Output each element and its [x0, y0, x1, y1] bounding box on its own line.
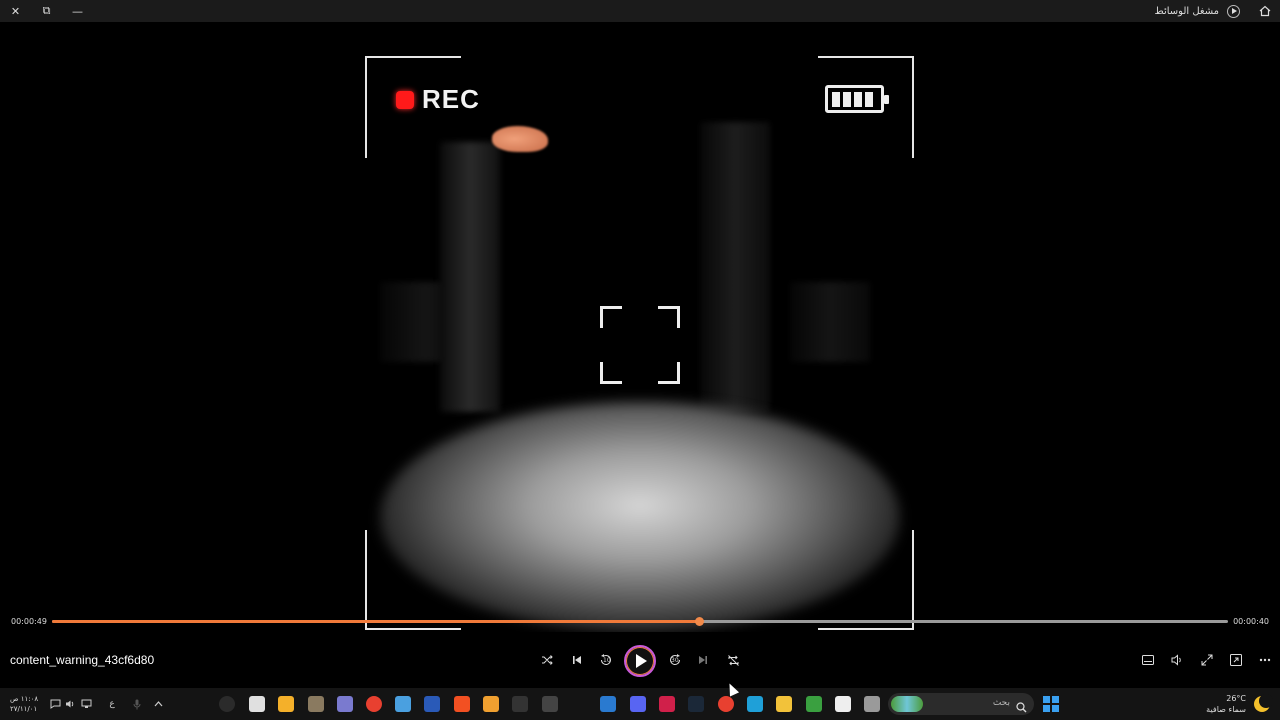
- battery-cell: [865, 91, 873, 107]
- more-options-icon[interactable]: [1254, 650, 1276, 670]
- adobe-icon[interactable]: [659, 696, 675, 712]
- play-button[interactable]: [624, 645, 656, 677]
- file-explorer-icon[interactable]: [776, 696, 792, 712]
- scene-orange-object: [492, 126, 548, 152]
- focus-reticle-icon: [600, 306, 680, 384]
- seek-bar[interactable]: 00:00:49 00:00:40: [0, 612, 1280, 632]
- close-button[interactable]: ✕: [0, 0, 31, 22]
- minimize-button[interactable]: —: [62, 0, 93, 22]
- chrome-icon[interactable]: [718, 696, 734, 712]
- settings-icon[interactable]: [249, 696, 265, 712]
- repeat-off-icon[interactable]: [722, 650, 744, 670]
- previous-icon[interactable]: [566, 650, 588, 670]
- chrome-dev-icon[interactable]: [806, 696, 822, 712]
- battery-cell: [854, 91, 862, 107]
- clock-date: ٢٧/١١/٠١: [10, 705, 38, 713]
- battery-icon: [825, 85, 889, 113]
- clock-time: ١١:٠٨ ص: [10, 695, 39, 703]
- rec-label: REC: [422, 84, 480, 114]
- seek-thumb[interactable]: [694, 617, 704, 626]
- window-title: مشغل الوسائط: [1154, 5, 1219, 17]
- search-placeholder: بحث: [992, 698, 1010, 708]
- steam-icon[interactable]: [688, 696, 704, 712]
- skip-back-label: 10: [603, 657, 611, 664]
- search-icon: [1016, 698, 1027, 713]
- gimp-icon[interactable]: [308, 696, 324, 712]
- captions-icon[interactable]: [1137, 650, 1159, 670]
- store-bag-icon[interactable]: [835, 696, 851, 712]
- scene-shadow: [790, 282, 870, 362]
- chat-app-icon[interactable]: [278, 696, 294, 712]
- microphone-icon[interactable]: [131, 698, 143, 710]
- skip-back-button[interactable]: 10: [595, 650, 617, 670]
- search-box[interactable]: بحث: [888, 693, 1034, 715]
- moon-icon: [1254, 694, 1273, 712]
- task-view-icon[interactable]: [864, 696, 880, 712]
- shuffle-icon[interactable]: [536, 650, 558, 670]
- current-time: 00:00:49: [11, 617, 47, 626]
- notification-icon[interactable]: [49, 698, 61, 710]
- title-bar: ✕ ⧉ — مشغل الوسائط: [0, 0, 1280, 22]
- mini-player-icon[interactable]: [1225, 650, 1247, 670]
- chevron-up-icon[interactable]: [152, 698, 164, 710]
- start-button-icon[interactable]: [1043, 696, 1059, 712]
- w-app-icon[interactable]: [395, 696, 411, 712]
- restore-button[interactable]: ⧉: [31, 0, 62, 22]
- skip-forward-button[interactable]: 30: [664, 650, 686, 670]
- speaker-icon[interactable]: [64, 698, 76, 710]
- search-highlight-icon: [891, 696, 923, 712]
- media-player-window: ✕ ⧉ — مشغل الوسائط REC 00:00:49 00:00:40…: [0, 0, 1280, 720]
- taskbar-clock[interactable]: ١١:٠٨ ص ٢٧/١١/٠١: [10, 694, 38, 714]
- volume-icon[interactable]: [1166, 650, 1188, 670]
- blender-icon[interactable]: [483, 696, 499, 712]
- scene-pillar: [440, 142, 500, 412]
- scene-pillar: [700, 122, 770, 412]
- obs-icon[interactable]: [542, 696, 558, 712]
- rec-dot-icon: [396, 90, 414, 109]
- network-icon[interactable]: [80, 698, 92, 710]
- total-duration: 00:00:40: [1233, 617, 1269, 626]
- edge-icon[interactable]: [747, 696, 763, 712]
- home-icon[interactable]: [1258, 4, 1272, 18]
- weather-desc: سماء صافية: [1206, 705, 1246, 714]
- microsoft-store-icon[interactable]: [454, 696, 470, 712]
- next-icon[interactable]: [692, 650, 714, 670]
- battery-cell: [832, 91, 840, 107]
- battery-cell: [843, 91, 851, 107]
- fullscreen-icon[interactable]: [1196, 650, 1218, 670]
- discord-icon[interactable]: [630, 696, 646, 712]
- taskbar: ١١:٠٨ ص ٢٧/١١/٠١ ع بحث 26°C سماء صافية: [0, 688, 1280, 720]
- word-icon[interactable]: [424, 696, 440, 712]
- playback-controls: content_warning_43cf6d80 10 30: [0, 632, 1280, 688]
- weather-temp: 26°C: [1226, 694, 1246, 703]
- seek-track[interactable]: [52, 617, 1228, 626]
- chrome-beta-icon[interactable]: [366, 696, 382, 712]
- input-language[interactable]: ع: [106, 698, 118, 710]
- media-player-icon[interactable]: [219, 696, 235, 712]
- video-frame[interactable]: REC: [0, 22, 1280, 632]
- seek-progress: [52, 620, 699, 623]
- skip-forward-label: 30: [671, 657, 679, 664]
- rec-indicator: REC: [396, 84, 480, 115]
- outlook-icon[interactable]: [600, 696, 616, 712]
- epic-games-icon[interactable]: [512, 696, 528, 712]
- python-icon[interactable]: [337, 696, 353, 712]
- app-logo-icon: [1227, 4, 1240, 18]
- file-name: content_warning_43cf6d80: [10, 653, 155, 667]
- weather-widget[interactable]: 26°C سماء صافية: [1206, 693, 1246, 715]
